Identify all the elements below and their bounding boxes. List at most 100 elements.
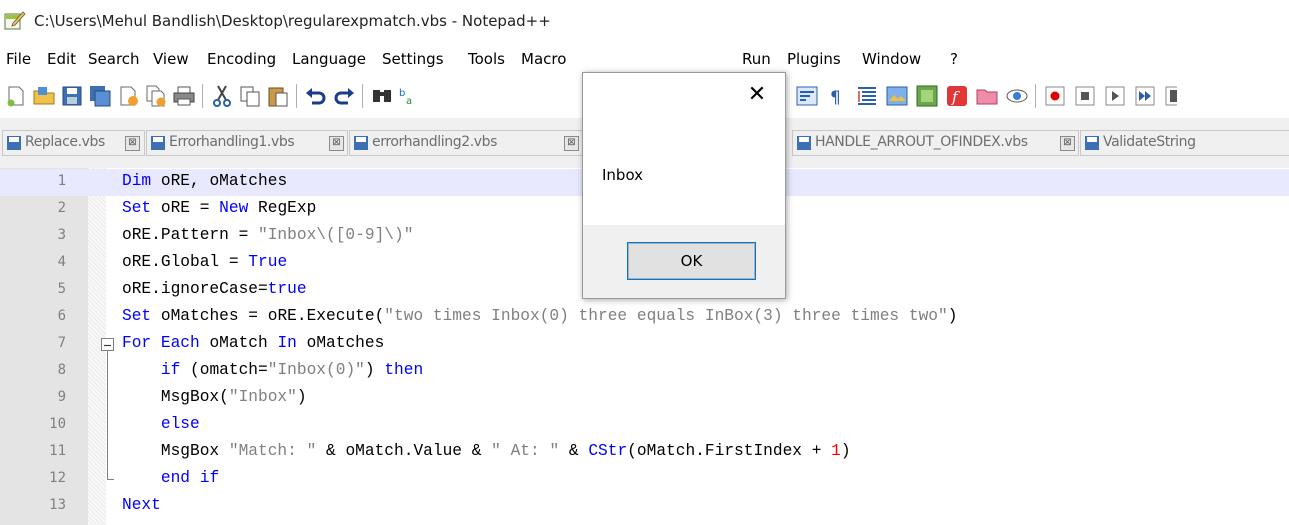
saved-file-icon	[150, 135, 166, 151]
tab-handle-arrout-ofindex-vbs[interactable]: HANDLE_ARROUT_OFINDEX.vbs ⊠	[792, 130, 1079, 156]
save-macro-icon[interactable]	[1163, 84, 1177, 108]
menu-file[interactable]: File	[6, 50, 31, 68]
line-number: 11	[49, 443, 66, 459]
message-box-dialog: ✕ Inbox OK	[582, 72, 786, 299]
code-text: Dim oRE, oMatches	[122, 172, 288, 190]
line-number: 13	[49, 497, 66, 513]
ok-button[interactable]: OK	[627, 242, 756, 280]
code-text: Set oMatches = oRE.Execute("two times In…	[122, 307, 958, 325]
tab-label: Replace.vbs	[25, 134, 105, 150]
copy-icon[interactable]	[238, 84, 262, 108]
save-all-icon[interactable]	[88, 84, 112, 108]
play-macro-icon[interactable]	[1103, 84, 1127, 108]
menu-search[interactable]: Search	[88, 50, 140, 68]
monitor-icon[interactable]: f	[945, 84, 969, 108]
show-all-chars-icon[interactable]: ¶	[825, 84, 849, 108]
fold-end-line	[107, 479, 114, 480]
fold-collapse-icon[interactable]	[101, 338, 114, 351]
svg-text:¶: ¶	[830, 88, 841, 108]
code-text: else	[160, 415, 200, 433]
wrap-icon[interactable]	[795, 84, 819, 108]
notepad-plus-plus-icon	[4, 10, 26, 30]
code-text: oRE.ignoreCase=true	[122, 280, 307, 298]
redo-icon[interactable]	[332, 84, 356, 108]
saved-file-icon	[353, 135, 369, 151]
dialog-close-button[interactable]: ✕	[743, 81, 771, 109]
record-macro-icon[interactable]	[1043, 84, 1067, 108]
cut-icon[interactable]	[210, 84, 234, 108]
code-line[interactable]: 11 MsgBox "Match: " & oMatch.Value & " A…	[0, 439, 1289, 466]
code-line[interactable]: 12 end if	[0, 466, 1289, 493]
menu-settings[interactable]: Settings	[382, 50, 444, 68]
indent-guide-icon[interactable]	[855, 84, 879, 108]
tab-replace-vbs[interactable]: Replace.vbs ⊠	[2, 130, 145, 156]
close-icon[interactable]	[116, 84, 140, 108]
close-all-icon[interactable]	[144, 84, 168, 108]
line-number: 6	[57, 308, 66, 324]
fold-guide-line	[107, 351, 108, 479]
menu-window[interactable]: Window	[862, 50, 921, 68]
svg-text:b: b	[399, 88, 405, 99]
line-number: 2	[57, 200, 66, 216]
toolbar-separator	[202, 84, 203, 108]
code-line[interactable]: 8 if (omatch="Inbox(0)") then	[0, 358, 1289, 385]
tab-close-button[interactable]: ⊠	[329, 136, 344, 151]
eye-icon[interactable]	[1005, 84, 1029, 108]
dialog-button-area: OK	[583, 225, 785, 298]
code-text: oRE.Pattern = "Inbox\([0-9]\)"	[122, 226, 414, 244]
line-number: 5	[57, 281, 66, 297]
tab-errorhandling1-vbs[interactable]: Errorhandling1.vbs ⊠	[146, 130, 348, 156]
tab-label: ValidateString	[1103, 134, 1196, 150]
code-text: Next	[122, 496, 161, 514]
saved-file-icon	[796, 135, 812, 151]
toolbar-separator	[296, 84, 297, 108]
line-number: 3	[57, 227, 66, 243]
menu-help[interactable]: ?	[950, 50, 958, 68]
print-icon[interactable]	[172, 84, 196, 108]
menu-macro[interactable]: Macro	[521, 50, 566, 68]
title-bar: C:\Users\Mehul Bandlish\Desktop\regulare…	[0, 0, 1289, 44]
line-number: 7	[57, 335, 66, 351]
code-text: Set oRE = New RegExp	[122, 199, 317, 217]
code-text: MsgBox("Inbox")	[122, 388, 307, 406]
tab-close-button[interactable]: ⊠	[564, 136, 579, 151]
tab-close-button[interactable]: ⊠	[125, 136, 140, 151]
menu-edit[interactable]: Edit	[47, 50, 76, 68]
stop-record-icon[interactable]	[1073, 84, 1097, 108]
menu-tools[interactable]: Tools	[468, 50, 505, 68]
menu-language[interactable]: Language	[292, 50, 366, 68]
line-number: 10	[49, 416, 66, 432]
run-macro-multiple-icon[interactable]	[1133, 84, 1157, 108]
menu-encoding[interactable]: Encoding	[207, 50, 276, 68]
folder-workspace-icon[interactable]	[975, 84, 999, 108]
open-file-icon[interactable]	[32, 84, 56, 108]
line-number: 12	[49, 470, 66, 486]
code-line[interactable]: 7 For Each oMatch In oMatches	[0, 331, 1289, 358]
tab-validatestring[interactable]: ValidateString	[1080, 130, 1289, 156]
replace-icon[interactable]: ba	[398, 84, 412, 108]
code-line[interactable]: 6 Set oMatches = oRE.Execute("two times …	[0, 304, 1289, 331]
code-text: MsgBox "Match: " & oMatch.Value & " At: …	[122, 442, 851, 460]
code-line[interactable]: 9 MsgBox("Inbox")	[0, 385, 1289, 412]
tab-label: errorhandling2.vbs	[372, 134, 498, 150]
save-icon[interactable]	[60, 84, 84, 108]
code-text: For Each oMatch In oMatches	[122, 334, 385, 352]
svg-text:a: a	[406, 96, 412, 107]
tab-close-button[interactable]: ⊠	[1060, 136, 1075, 151]
new-file-icon[interactable]	[4, 84, 28, 108]
code-line[interactable]: 13 Next	[0, 493, 1289, 520]
paste-icon[interactable]	[266, 84, 290, 108]
code-text: oRE.Global = True	[122, 253, 288, 271]
menu-view[interactable]: View	[153, 50, 189, 68]
menu-plugins[interactable]: Plugins	[787, 50, 841, 68]
code-text: end if	[160, 469, 220, 487]
toolbar-separator	[362, 84, 363, 108]
doc-map-icon[interactable]	[885, 84, 909, 108]
menu-run[interactable]: Run	[742, 50, 771, 68]
find-icon[interactable]	[370, 84, 394, 108]
function-list-icon[interactable]	[915, 84, 939, 108]
undo-icon[interactable]	[304, 84, 328, 108]
dialog-message: Inbox	[602, 166, 644, 184]
tab-errorhandling2-vbs[interactable]: errorhandling2.vbs ⊠	[349, 130, 583, 156]
code-line[interactable]: 10 else	[0, 412, 1289, 439]
